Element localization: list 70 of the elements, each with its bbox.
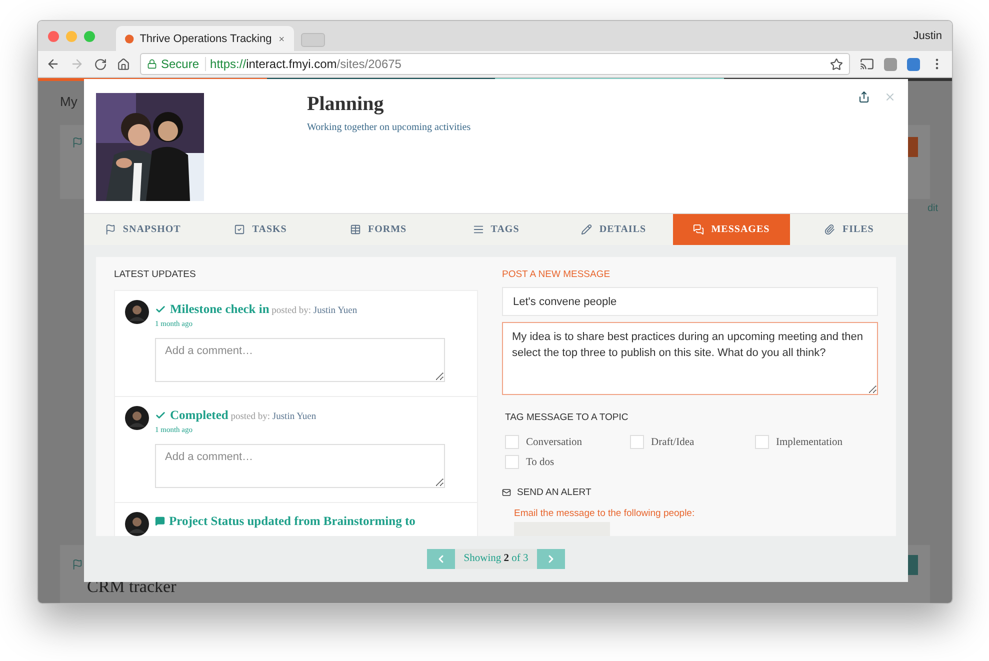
tab[interactable]: DETAILS bbox=[554, 214, 673, 245]
comment-field[interactable]: Add a comment… bbox=[155, 444, 445, 488]
checkbox[interactable] bbox=[505, 455, 519, 469]
comment-icon bbox=[155, 516, 165, 526]
bookmark-star-icon[interactable] bbox=[830, 58, 843, 70]
flag-icon bbox=[72, 137, 83, 148]
update-title: Project Status updated from Brainstorming to bbox=[169, 513, 416, 530]
page-heading: My bbox=[60, 94, 78, 109]
back-icon[interactable] bbox=[46, 57, 60, 71]
cast-icon[interactable] bbox=[860, 57, 874, 71]
tab[interactable]: TASKS bbox=[202, 214, 320, 245]
chat-icon bbox=[693, 224, 704, 235]
new-tab-button[interactable] bbox=[301, 33, 325, 47]
alert-hint: Email the message to the following people: bbox=[514, 508, 696, 519]
check-icon bbox=[155, 410, 166, 420]
section-heading: SEND AN ALERT bbox=[517, 487, 592, 498]
message-field[interactable]: My idea is to share best practices during an upcoming meeting and then select the top three to publish on this site. What do you all think? bbox=[502, 322, 878, 395]
minimize-window-button[interactable] bbox=[66, 30, 77, 42]
share-icon[interactable] bbox=[858, 91, 870, 103]
profile-name[interactable]: Justin bbox=[913, 30, 942, 42]
section-heading: TAG MESSAGE TO A TOPIC bbox=[505, 412, 630, 423]
address-bar[interactable]: Secure https://interact.fmyi.com/sites/20675 bbox=[140, 53, 850, 75]
paperclip-icon bbox=[824, 224, 836, 235]
forward-icon[interactable] bbox=[70, 57, 84, 71]
topic-label: Implementation bbox=[776, 436, 842, 448]
modal-title: Planning bbox=[307, 93, 385, 116]
topic-label: Draft/Idea bbox=[651, 436, 694, 448]
close-window-button[interactable] bbox=[48, 30, 59, 42]
section-heading: POST A NEW MESSAGE bbox=[502, 269, 612, 280]
tab[interactable]: SNAPSHOT bbox=[84, 214, 202, 245]
secure-label: Secure bbox=[161, 57, 206, 71]
avatar bbox=[125, 406, 149, 430]
reload-icon[interactable] bbox=[94, 58, 107, 70]
next-button[interactable] bbox=[537, 549, 566, 569]
download-extension-icon[interactable] bbox=[907, 58, 920, 70]
previous-button[interactable] bbox=[426, 549, 455, 569]
browser-tab[interactable]: Thrive Operations Tracking bbox=[116, 26, 294, 51]
topic-label: To dos bbox=[526, 456, 554, 468]
flag-icon bbox=[72, 559, 83, 570]
modal-subtitle: Working together on upcoming activities bbox=[307, 122, 471, 133]
update-title: Milestone check in posted by: Justin Yuen bbox=[170, 301, 358, 318]
pager-text: Showing 2 of 3 bbox=[454, 549, 538, 569]
tab[interactable]: FILES bbox=[790, 214, 908, 245]
lock-icon bbox=[147, 59, 157, 69]
tab[interactable]: TAGS bbox=[437, 214, 555, 245]
avatar bbox=[125, 512, 149, 536]
home-icon[interactable] bbox=[117, 58, 130, 70]
lines-icon bbox=[472, 224, 484, 235]
subject-field[interactable]: Let's convene people bbox=[502, 287, 878, 316]
section-heading: LATEST UPDATES bbox=[114, 269, 197, 280]
url-text: https://interact.fmyi.com/sites/20675 bbox=[210, 57, 402, 71]
check-icon bbox=[155, 304, 166, 314]
flag-icon bbox=[104, 224, 116, 235]
pencil-icon bbox=[581, 224, 592, 235]
mail-icon bbox=[502, 488, 511, 497]
table-icon bbox=[350, 224, 361, 235]
comment-field[interactable]: Add a comment… bbox=[155, 338, 445, 382]
avatar bbox=[125, 300, 149, 324]
checkbox[interactable] bbox=[755, 435, 769, 449]
tab[interactable]: FORMS bbox=[319, 214, 438, 245]
topic-label: Conversation bbox=[526, 436, 582, 448]
close-icon[interactable] bbox=[884, 91, 896, 103]
site-logo-icon bbox=[125, 32, 134, 44]
checkbox-icon bbox=[234, 224, 246, 235]
extension-icon[interactable] bbox=[884, 58, 897, 70]
maximize-window-button[interactable] bbox=[84, 30, 95, 42]
update-title: Completed posted by: Justin Yuen bbox=[170, 407, 316, 424]
tab[interactable]: MESSAGES bbox=[672, 214, 790, 245]
checkbox[interactable] bbox=[630, 435, 644, 449]
checkbox[interactable] bbox=[505, 435, 519, 449]
